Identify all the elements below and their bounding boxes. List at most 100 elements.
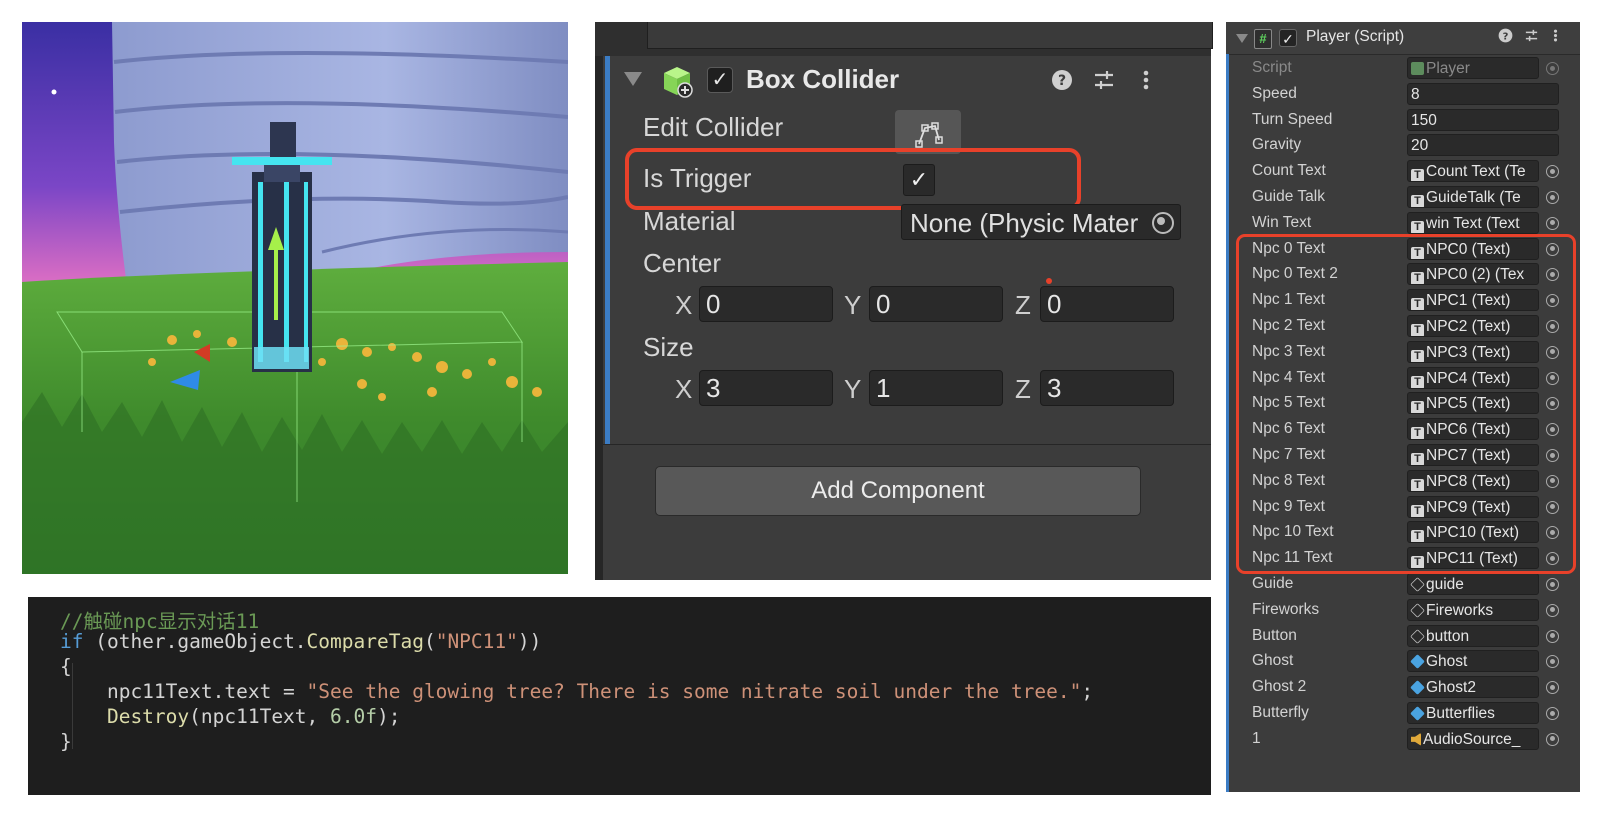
object-picker-icon[interactable]	[1546, 216, 1559, 230]
more-options-icon[interactable]	[1548, 28, 1563, 47]
object-reference-field[interactable]: guide	[1407, 573, 1539, 595]
add-component-button[interactable]: Add Component	[655, 466, 1141, 516]
player-component-header[interactable]: # ✓ Player (Script) ?	[1226, 22, 1580, 55]
object-reference-field[interactable]: T Count Text (Te	[1407, 160, 1539, 183]
object-reference-value: Ghost	[1426, 653, 1468, 671]
field-label: Guide Talk	[1252, 188, 1325, 205]
presets-icon[interactable]	[1524, 28, 1539, 47]
field-row: Win Text Twin Text (Text	[1226, 211, 1580, 237]
size-x-axis-label: X	[675, 374, 693, 404]
size-x-field[interactable]: 3	[699, 370, 833, 406]
svg-text:?: ?	[1058, 73, 1066, 89]
object-picker-icon[interactable]	[1546, 603, 1559, 617]
gameobject-type-icon	[1410, 602, 1425, 618]
prefab-type-icon	[1410, 654, 1425, 670]
more-options-icon[interactable]	[1134, 68, 1158, 92]
prefab-type-icon	[1410, 680, 1425, 696]
field-label: Guide	[1252, 575, 1294, 592]
presets-icon[interactable]	[1092, 68, 1116, 92]
object-reference-value: win Text (Text	[1426, 214, 1520, 232]
object-reference-field[interactable]: Ghost2	[1407, 676, 1539, 699]
object-reference-field[interactable]: Twin Text (Text	[1407, 211, 1539, 234]
number-field[interactable]: 8	[1407, 82, 1559, 105]
field-row: Butterfly Butterflies	[1226, 701, 1580, 727]
object-picker-icon[interactable]	[1546, 707, 1559, 720]
size-y-field[interactable]: 1	[869, 370, 1003, 406]
cursor-dot	[1046, 278, 1052, 284]
help-icon[interactable]: ?	[1050, 68, 1074, 92]
object-picker-icon[interactable]	[1546, 629, 1559, 643]
object-reference-value: Butterflies	[1426, 705, 1495, 722]
object-reference-field[interactable]: Ghost	[1407, 650, 1539, 673]
player-script-inspector: # ✓ Player (Script) ? Script Player Speed 8…	[1226, 22, 1580, 792]
field-label: Ghost	[1252, 652, 1294, 670]
audio-type-icon	[1411, 732, 1421, 746]
object-picker-icon[interactable]	[1546, 62, 1559, 75]
object-reference-value: AudioSource_	[1423, 730, 1521, 748]
object-reference-value: Count Text (Te	[1426, 163, 1526, 181]
object-picker-icon[interactable]	[1546, 165, 1559, 179]
help-icon[interactable]: ?	[1498, 28, 1513, 47]
field-label: Ghost 2	[1252, 678, 1307, 696]
object-picker-icon[interactable]	[1546, 578, 1559, 591]
object-reference-value: Fireworks	[1426, 601, 1494, 619]
divider	[603, 444, 1211, 445]
code-line-3: {	[60, 655, 72, 678]
field-label: Button	[1252, 626, 1297, 644]
component-header[interactable]: ✓ Box Collider ?	[610, 56, 1211, 104]
object-reference-field[interactable]: T GuideTalk (Te	[1407, 186, 1539, 208]
edit-collider-label: Edit Collider	[643, 112, 784, 142]
center-x-field[interactable]: 0	[699, 286, 833, 322]
foldout-arrow-icon[interactable]	[624, 72, 642, 86]
object-reference-field[interactable]: button	[1407, 624, 1539, 647]
material-picker-icon[interactable]	[1152, 212, 1174, 234]
object-picker-icon[interactable]	[1546, 655, 1559, 669]
object-picker-icon[interactable]	[1546, 681, 1559, 695]
field-row: Ghost 2 Ghost2	[1226, 675, 1580, 701]
field-row: Fireworks Fireworks	[1226, 598, 1580, 624]
field-row: Script Player	[1226, 56, 1580, 82]
center-x-axis-label: X	[675, 290, 693, 320]
center-z-field[interactable]: 0	[1040, 286, 1174, 322]
foldout-arrow-icon[interactable]	[1236, 34, 1248, 43]
number-field[interactable]: 150	[1407, 108, 1559, 131]
object-picker-icon[interactable]	[1546, 732, 1559, 746]
scene-view[interactable]	[22, 22, 568, 574]
object-reference-value: button	[1426, 627, 1470, 645]
object-reference-field[interactable]: Player	[1407, 57, 1539, 79]
field-label: 1	[1252, 729, 1261, 747]
highlight-is-trigger	[625, 148, 1081, 210]
object-reference-field[interactable]: Butterflies	[1407, 702, 1539, 724]
component-enabled-checkbox[interactable]: ✓	[707, 67, 733, 93]
material-label: Material	[643, 206, 736, 236]
object-reference-value: Ghost2	[1426, 679, 1476, 697]
field-row: Button button	[1226, 624, 1580, 650]
center-label: Center	[643, 248, 722, 278]
size-y-axis-label: Y	[844, 374, 862, 404]
number-field[interactable]: 20	[1407, 134, 1559, 157]
code-line-2: if (other.gameObject.CompareTag("NPC11")…	[60, 630, 542, 653]
gameobject-type-icon	[1410, 577, 1425, 592]
player-component-title: Player (Script)	[1306, 28, 1405, 45]
box-collider-inspector: ✓ Box Collider ? Edit Collider Is Trigge…	[595, 22, 1213, 580]
previous-component-strip	[595, 22, 1213, 56]
text-type-icon: T	[1411, 220, 1424, 233]
field-label: Gravity	[1252, 136, 1302, 154]
size-z-field[interactable]: 3	[1040, 370, 1174, 406]
gameobject-type-icon	[1410, 628, 1425, 644]
script-icon: #	[1254, 29, 1272, 49]
object-reference-field[interactable]: AudioSource_	[1407, 727, 1539, 750]
object-reference-value: GuideTalk (Te	[1426, 189, 1521, 206]
field-label: Butterfly	[1252, 704, 1309, 721]
field-row: Guide Talk T GuideTalk (Te	[1226, 185, 1580, 211]
field-row: Count Text T Count Text (Te	[1226, 159, 1580, 185]
center-y-field[interactable]: 0	[869, 286, 1003, 322]
field-row: 1 AudioSource_	[1226, 727, 1580, 753]
material-field[interactable]: None (Physic Mater	[901, 204, 1181, 240]
component-accent-bar	[605, 56, 610, 444]
text-type-icon: T	[1411, 195, 1424, 207]
object-reference-field[interactable]: Fireworks	[1407, 598, 1539, 621]
player-enabled-checkbox[interactable]: ✓	[1279, 29, 1297, 47]
object-picker-icon[interactable]	[1546, 191, 1559, 204]
prefab-type-icon	[1410, 706, 1425, 721]
